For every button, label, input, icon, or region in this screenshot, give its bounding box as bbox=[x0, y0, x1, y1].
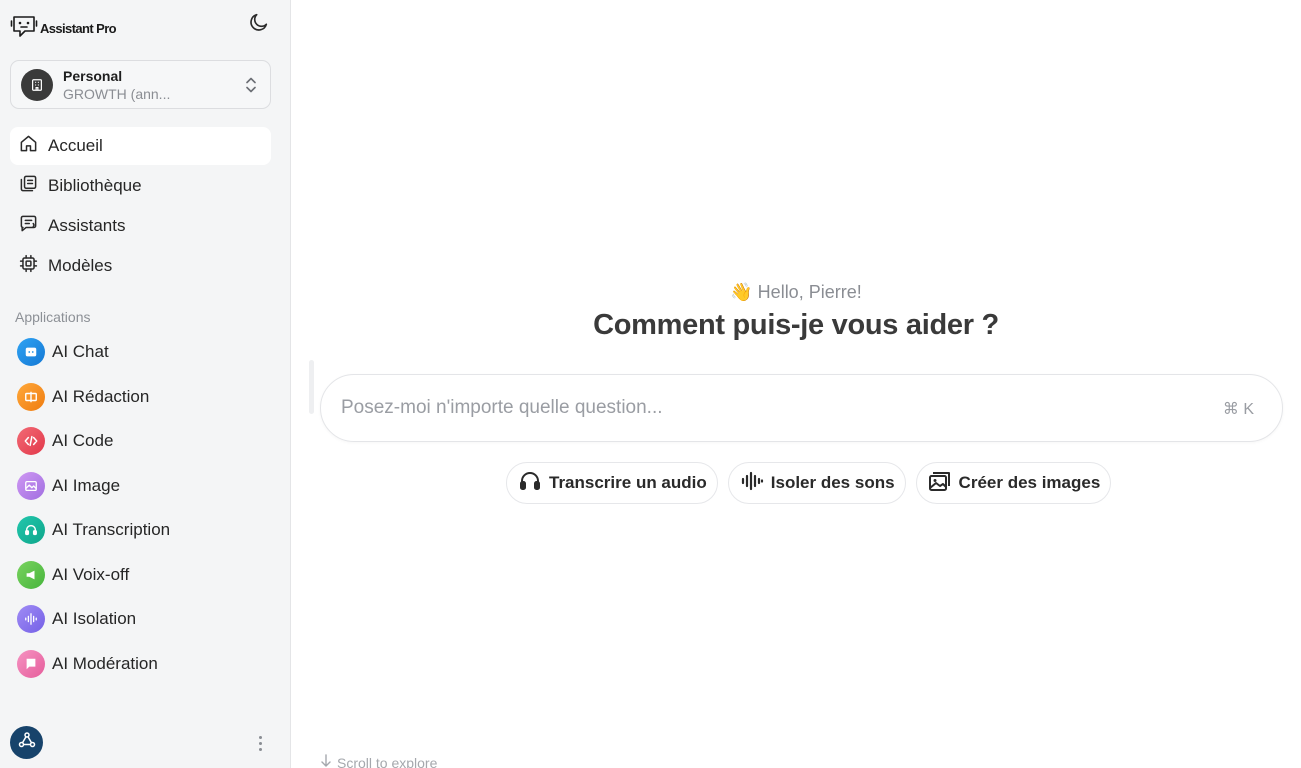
app-label: AI Rédaction bbox=[52, 386, 150, 406]
app-label: AI Image bbox=[52, 475, 121, 495]
search-box[interactable]: ⌘ K bbox=[320, 374, 1283, 442]
nav-item-bibliotheque[interactable]: Bibliothèque bbox=[10, 167, 271, 205]
library-icon bbox=[19, 174, 48, 198]
workspace-switcher[interactable]: Personal GROWTH (ann... bbox=[10, 60, 271, 109]
greeting-text: 👋 Hello, Pierre! bbox=[730, 282, 862, 302]
image-icon bbox=[17, 471, 45, 500]
building-icon bbox=[21, 68, 53, 101]
megaphone-icon bbox=[17, 560, 45, 589]
shortcut-hint: ⌘ K bbox=[1222, 401, 1254, 418]
nav-label: Modèles bbox=[48, 256, 113, 275]
image-icon bbox=[928, 469, 959, 498]
app-title: Assistant Pro bbox=[40, 21, 117, 36]
nav-item-modeles[interactable]: Modèles bbox=[10, 247, 271, 285]
waveform-icon bbox=[740, 469, 771, 498]
isolate-sounds-button[interactable]: Isoler des sons bbox=[727, 462, 906, 504]
writing-icon bbox=[17, 382, 45, 411]
transcribe-audio-button[interactable]: Transcrire un audio bbox=[506, 462, 718, 504]
app-item-ai-isolation[interactable]: AI Isolation bbox=[10, 597, 271, 642]
apps-section-title: Applications bbox=[15, 309, 91, 325]
main-content: 👋 Hello, Pierre! Comment puis-je vous ai… bbox=[291, 0, 1301, 768]
assistant-icon bbox=[19, 214, 48, 238]
headphones-icon bbox=[518, 469, 549, 498]
dot bbox=[258, 735, 262, 739]
app-logo[interactable]: Assistant Pro bbox=[10, 12, 117, 45]
workspace-plan: GROWTH (ann... bbox=[63, 85, 171, 102]
dot bbox=[258, 747, 262, 751]
app-label: AI Code bbox=[52, 431, 114, 451]
action-label: Créer des images bbox=[958, 473, 1101, 492]
app-label: AI Modération bbox=[52, 653, 158, 673]
headphones-icon bbox=[17, 516, 45, 545]
dark-mode-toggle[interactable] bbox=[246, 11, 272, 37]
user-avatar[interactable] bbox=[10, 726, 43, 759]
code-icon bbox=[17, 427, 45, 456]
more-options-button[interactable] bbox=[252, 731, 268, 755]
moon-icon bbox=[248, 11, 270, 38]
flag-icon bbox=[17, 649, 45, 678]
drag-handle[interactable] bbox=[309, 360, 314, 414]
quick-actions: Transcrire un audio Isoler des sons Crée… bbox=[506, 462, 1112, 504]
sidebar: Assistant Pro Personal GROWTH (ann... Ac… bbox=[0, 0, 291, 768]
apps-list: AI Chat AI Rédaction AI Code AI Image AI… bbox=[10, 330, 271, 686]
nav-label: Accueil bbox=[48, 136, 103, 155]
action-label: Isoler des sons bbox=[770, 473, 895, 492]
workspace-name: Personal bbox=[63, 67, 123, 84]
main-nav: Accueil Bibliothèque Assistants Modèles bbox=[10, 127, 271, 287]
chip-icon bbox=[19, 254, 48, 278]
nav-label: Bibliothèque bbox=[48, 176, 142, 195]
search-input[interactable] bbox=[341, 375, 1201, 441]
network-logo-icon bbox=[17, 730, 37, 755]
app-label: AI Voix-off bbox=[52, 564, 130, 584]
robot-logo-icon bbox=[10, 12, 38, 45]
nav-item-accueil[interactable]: Accueil bbox=[10, 127, 271, 165]
app-label: AI Transcription bbox=[52, 520, 171, 540]
app-label: AI Chat bbox=[52, 342, 109, 362]
nav-item-assistants[interactable]: Assistants bbox=[10, 207, 271, 245]
app-item-ai-transcription[interactable]: AI Transcription bbox=[10, 508, 271, 553]
home-icon bbox=[19, 134, 48, 158]
app-item-ai-code[interactable]: AI Code bbox=[10, 419, 271, 464]
arrow-down-icon bbox=[320, 754, 332, 768]
app-label: AI Isolation bbox=[52, 609, 137, 629]
chat-icon bbox=[17, 338, 45, 367]
app-item-ai-voix-off[interactable]: AI Voix-off bbox=[10, 553, 271, 598]
nav-label: Assistants bbox=[48, 216, 126, 235]
chevron-updown-icon bbox=[244, 76, 258, 99]
scroll-hint-text: Scroll to explore bbox=[337, 754, 438, 768]
app-item-ai-moderation[interactable]: AI Modération bbox=[10, 642, 271, 687]
action-label: Transcrire un audio bbox=[549, 473, 707, 492]
app-item-ai-redaction[interactable]: AI Rédaction bbox=[10, 375, 271, 420]
dot bbox=[258, 741, 262, 745]
page-title: Comment puis-je vous aider ? bbox=[593, 309, 999, 341]
app-item-ai-image[interactable]: AI Image bbox=[10, 464, 271, 509]
create-images-button[interactable]: Créer des images bbox=[915, 462, 1112, 504]
app-item-ai-chat[interactable]: AI Chat bbox=[10, 330, 271, 375]
scroll-hint: Scroll to explore bbox=[320, 754, 437, 768]
waveform-icon bbox=[17, 605, 45, 634]
